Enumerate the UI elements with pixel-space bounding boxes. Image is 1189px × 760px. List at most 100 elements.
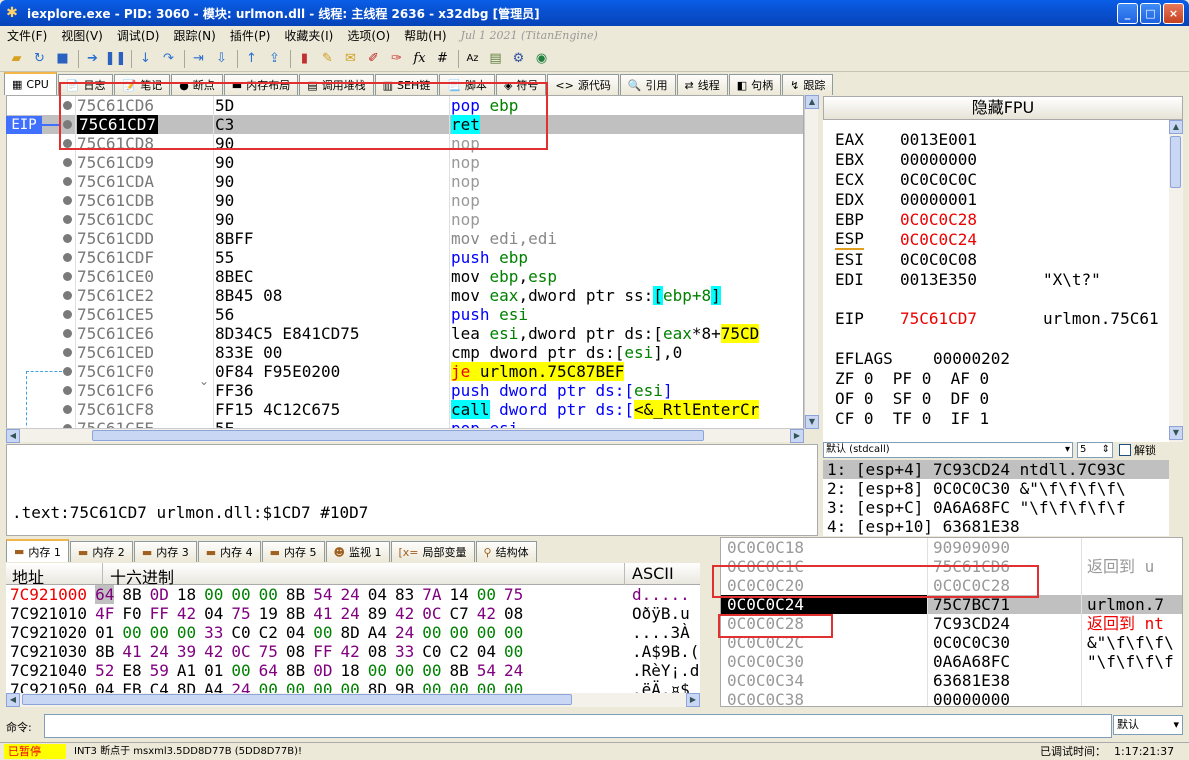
hex-byte[interactable]: C2 xyxy=(259,623,278,642)
hex-byte[interactable]: 75 xyxy=(504,585,523,604)
hex-byte[interactable]: 19 xyxy=(259,604,278,623)
tab-reference[interactable]: 🔍 引用 xyxy=(619,74,676,95)
hex-row[interactable]: 7C921010 4F F0 FF 42 04 75 19 8B 41 24 89 42 0C C7 42 08… xyxy=(10,604,690,623)
tab-memory-2[interactable]: ▬ 内存 3 xyxy=(133,541,197,562)
hex-byte[interactable]: 00 xyxy=(122,623,141,642)
hex-byte[interactable]: 24 xyxy=(340,604,359,623)
scroll-thumb[interactable] xyxy=(1170,136,1181,188)
hex-byte[interactable]: 00 xyxy=(231,661,250,680)
hex-byte[interactable]: 18 xyxy=(340,661,359,680)
register-value[interactable]: 0C0C0C24 xyxy=(900,230,977,250)
hex-byte[interactable]: FF xyxy=(150,604,169,623)
hex-byte[interactable]: 00 xyxy=(422,661,441,680)
hex-byte[interactable]: 00 xyxy=(177,623,196,642)
function-icon[interactable]: fx xyxy=(409,48,430,69)
hex-byte[interactable]: A4 xyxy=(368,623,387,642)
menu-plugins[interactable]: 插件(P) xyxy=(223,27,278,44)
hex-byte[interactable]: 00 xyxy=(204,585,223,604)
patch-icon[interactable]: ✎ xyxy=(317,48,338,69)
tab-source[interactable]: <> 源代码 xyxy=(547,74,619,95)
hex-byte[interactable]: A4 xyxy=(204,680,223,693)
hex-byte[interactable]: 42 xyxy=(204,642,223,661)
scroll-left-icon[interactable]: ◀ xyxy=(6,693,20,707)
hex-byte[interactable]: 08 xyxy=(286,642,305,661)
disasm-row[interactable]: 75C61CDD 8BFF mov edi,edi xyxy=(7,229,803,248)
stack-row[interactable]: 0C0C0C34 63681E38 xyxy=(721,671,1182,690)
hex-byte[interactable]: 8B xyxy=(95,642,114,661)
hex-byte[interactable]: 00 xyxy=(450,623,469,642)
disasm-row[interactable]: 75C61CDA 90 nop xyxy=(7,172,803,191)
hex-byte[interactable]: 24 xyxy=(395,623,414,642)
hex-byte[interactable]: 04 xyxy=(95,680,114,693)
restart-icon[interactable]: ↻ xyxy=(29,48,50,69)
disasm-row[interactable]: 75C61CDB 90 nop xyxy=(7,191,803,210)
settings-icon[interactable]: ⚙ xyxy=(508,48,529,69)
argument-row[interactable]: 4: [esp+10] 63681E38 xyxy=(827,517,1020,536)
hex-byte[interactable]: 42 xyxy=(477,604,496,623)
hex-byte[interactable]: F0 xyxy=(122,604,141,623)
hex-byte[interactable]: 00 xyxy=(231,585,250,604)
hex-byte[interactable]: 4F xyxy=(95,604,114,623)
command-type-select[interactable]: 默认 ▾ xyxy=(1113,715,1183,735)
argument-row[interactable]: 2: [esp+8] 0C0C0C30 &"\f\f\f\f\ xyxy=(827,479,1126,498)
hex-byte[interactable]: 42 xyxy=(177,604,196,623)
hex-byte[interactable]: 33 xyxy=(395,642,414,661)
hex-byte[interactable]: 75 xyxy=(259,642,278,661)
hex-byte[interactable]: 54 xyxy=(477,661,496,680)
hex-byte[interactable]: 00 xyxy=(504,642,523,661)
tab-trace[interactable]: ↯ 跟踪 xyxy=(782,74,834,95)
spinner-arrows-icon[interactable]: ⇕ xyxy=(1102,443,1110,457)
step-into-icon[interactable]: ↓ xyxy=(135,48,156,69)
tab-memory-0[interactable]: ▬ 内存 1 xyxy=(6,539,69,562)
hex-byte[interactable]: 00 xyxy=(477,680,496,693)
hex-row[interactable]: 7C921030 8B 41 24 39 42 0C 75 08 FF 42 08 33 C0 C2 04 00… xyxy=(10,642,699,661)
flags-line[interactable]: CF 0 TF 0 IF 1 xyxy=(835,409,989,429)
hex-byte[interactable]: C2 xyxy=(450,642,469,661)
hex-byte[interactable]: 00 xyxy=(286,680,305,693)
hex-byte[interactable]: 00 xyxy=(395,661,414,680)
hex-byte[interactable]: 42 xyxy=(340,642,359,661)
trace-into-icon[interactable]: ⇥ xyxy=(188,48,209,69)
hex-dump-view[interactable]: 7C921000 64 8B 0D 18 00 00 00 8B 54 24 04 83 7A 14 00 75… xyxy=(6,585,700,693)
breakpoint-dot-icon[interactable] xyxy=(63,329,72,338)
hex-byte[interactable]: 00 xyxy=(422,680,441,693)
chevron-down-icon[interactable]: ▾ xyxy=(1065,443,1070,457)
font-icon[interactable]: Aᴢ xyxy=(462,48,483,69)
hex-byte[interactable]: 00 xyxy=(450,680,469,693)
hex-byte[interactable]: 00 xyxy=(477,623,496,642)
run-to-user-code-icon[interactable]: ⇪ xyxy=(264,48,285,69)
scroll-thumb[interactable] xyxy=(92,430,704,441)
hex-byte[interactable]: 18 xyxy=(177,585,196,604)
disasm-row[interactable]: 75C61CED 833E 00 cmp dword ptr ds:[esi],0 xyxy=(7,343,803,362)
argument-row[interactable]: 1: [esp+4] 7C93CD24 ntdll.7C93C xyxy=(823,460,1169,479)
hex-byte[interactable]: FF xyxy=(313,642,332,661)
trace-over-icon[interactable]: ⇩ xyxy=(211,48,232,69)
checkbox-box[interactable] xyxy=(1119,444,1131,456)
menu-view[interactable]: 视图(V) xyxy=(54,27,110,44)
menu-trace[interactable]: 跟踪(N) xyxy=(166,27,222,44)
hex-byte[interactable]: 00 xyxy=(422,623,441,642)
hex-byte[interactable]: 8D xyxy=(368,680,387,693)
execute-till-return-icon[interactable]: ↑ xyxy=(241,48,262,69)
registers-scrollbar[interactable]: ▲ ▼ xyxy=(1169,120,1183,442)
tab-struct-7[interactable]: ⚲ 结构体 xyxy=(475,541,537,562)
step-over-icon[interactable]: ↷ xyxy=(158,48,179,69)
hex-byte[interactable]: 00 xyxy=(368,661,387,680)
register-value[interactable]: 0C0C0C28 xyxy=(900,210,977,230)
stack-row[interactable]: 0C0C0C18 90909090 xyxy=(721,538,1182,557)
chevron-down-icon[interactable]: ▾ xyxy=(1173,716,1179,734)
disasm-row[interactable]: 75C61CF0 0F84 F95E0200 je urlmon.75C87BEF xyxy=(7,362,803,381)
breakpoint-dot-icon[interactable] xyxy=(63,291,72,300)
hex-byte[interactable]: EB xyxy=(122,680,141,693)
menu-favourites[interactable]: 收藏夹(I) xyxy=(277,27,340,44)
hex-byte[interactable]: 08 xyxy=(368,642,387,661)
disasm-row[interactable]: 75C61CE2 8B45 08 mov eax,dword ptr ss:[ebp… xyxy=(7,286,803,305)
hex-byte[interactable]: 04 xyxy=(477,642,496,661)
hex-byte[interactable]: 89 xyxy=(368,604,387,623)
register-value[interactable]: 00000000 xyxy=(900,150,977,170)
breakpoint-dot-icon[interactable] xyxy=(63,367,72,376)
tab-memory-4[interactable]: ▬ 内存 5 xyxy=(261,541,325,562)
hex-byte[interactable]: 54 xyxy=(313,585,332,604)
hex-byte[interactable]: 24 xyxy=(504,661,523,680)
comment-icon[interactable]: ✉ xyxy=(340,48,361,69)
